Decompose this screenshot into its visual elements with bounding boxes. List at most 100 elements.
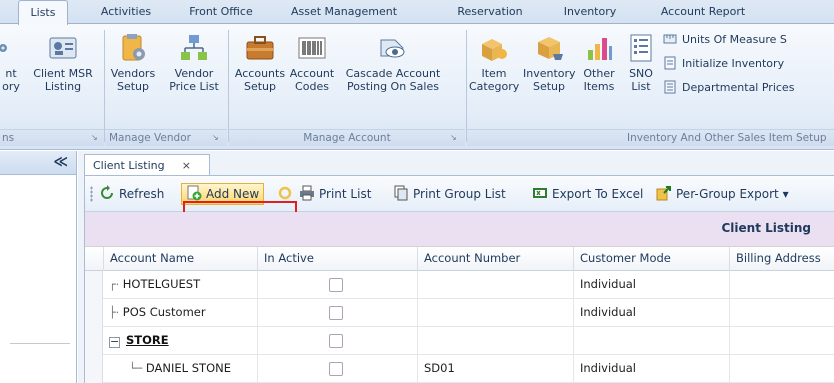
- other-items-label-2: Items: [583, 80, 615, 93]
- account-name-text: DANIEL STONE: [145, 361, 231, 375]
- row-indicator: [85, 355, 103, 383]
- column-billing-address[interactable]: Billing Address: [729, 247, 834, 271]
- account-name-cell[interactable]: − STORE: [103, 327, 257, 355]
- ribbon-group-inventory-setup: Item Category Inventory Setup Other Item…: [467, 28, 834, 146]
- cascade-account-label-2: Posting On Sales: [347, 80, 439, 93]
- table-row[interactable]: ┌· HOTELGUEST Individual: [85, 271, 834, 299]
- print-group-list-button[interactable]: Print Group List: [393, 184, 506, 204]
- tab-inventory[interactable]: Inventory: [554, 0, 626, 24]
- billing-address-cell: [729, 355, 834, 383]
- column-customer-mode[interactable]: Customer Mode: [573, 247, 729, 271]
- document-icon: [664, 56, 676, 70]
- account-number-cell: [417, 299, 573, 327]
- accounts-setup-label-2: Setup: [243, 80, 277, 93]
- vendor-price-label-1: Vendor: [174, 67, 214, 80]
- inventory-setup-button[interactable]: Inventory Setup: [523, 32, 576, 93]
- account-name-text: HOTELGUEST: [122, 277, 201, 291]
- tab-lists[interactable]: Lists: [18, 0, 68, 25]
- print-list-label: Print List: [319, 187, 372, 201]
- other-items-button[interactable]: Other Items: [579, 32, 619, 93]
- toolbar-grip[interactable]: [90, 186, 93, 202]
- print-group-list-label: Print Group List: [413, 187, 506, 201]
- tab-front-office[interactable]: Front Office: [178, 0, 264, 24]
- close-tab-icon[interactable]: ×: [182, 155, 191, 176]
- account-codes-button[interactable]: Account Codes: [289, 32, 335, 93]
- grid-title: Client Listing: [721, 221, 811, 235]
- per-group-export-button[interactable]: Per-Group Export ▾: [656, 184, 789, 204]
- row-indicator-header: [85, 247, 103, 271]
- client-msr-label-1: Client MSR: [33, 67, 93, 80]
- export-to-excel-button[interactable]: Export To Excel: [532, 184, 643, 204]
- dialog-launcher-icon[interactable]: ↘: [91, 134, 100, 143]
- ribbon-panel: nt ory ns Client MSR Listing ↘ Vendors S…: [0, 24, 834, 150]
- departmental-prices-button[interactable]: Departmental Prices: [663, 78, 794, 98]
- tab-asset-management[interactable]: Asset Management: [282, 0, 406, 24]
- tab-reservation[interactable]: Reservation: [444, 0, 536, 24]
- row-indicator: [85, 327, 103, 355]
- vendor-price-list-button[interactable]: Vendor Price List: [163, 32, 225, 93]
- ribbon-group-client: Client MSR Listing ↘: [26, 28, 104, 146]
- client-msr-listing-button[interactable]: Client MSR Listing: [30, 32, 96, 93]
- tab-client-listing[interactable]: Client Listing ×: [84, 154, 210, 176]
- clipped-button[interactable]: nt ory: [0, 32, 22, 93]
- per-group-export-label: Per-Group Export ▾: [676, 187, 789, 201]
- table-row[interactable]: ├· POS Customer Individual: [85, 299, 834, 327]
- vendors-setup-button[interactable]: Vendors Setup: [107, 32, 159, 93]
- spinner-icon: [278, 186, 292, 200]
- add-new-label: Add New: [206, 187, 260, 201]
- row-indicator: [85, 271, 103, 299]
- item-category-button[interactable]: Item Category: [469, 32, 519, 93]
- account-name-cell[interactable]: ├· POS Customer: [103, 299, 257, 327]
- in-active-checkbox[interactable]: [329, 334, 343, 348]
- accounts-setup-button[interactable]: Accounts Setup: [233, 32, 287, 93]
- document-area: Client Listing × Refresh Add New Print L…: [78, 151, 834, 383]
- navigation-panel: ≪: [0, 151, 77, 383]
- column-in-active[interactable]: In Active: [257, 247, 417, 271]
- vendors-setup-label-2: Setup: [116, 80, 150, 93]
- billing-address-cell: [729, 327, 834, 355]
- in-active-checkbox[interactable]: [329, 362, 343, 376]
- sno-list-button[interactable]: SNO List: [623, 32, 659, 93]
- account-name-cell[interactable]: ┌· HOTELGUEST: [103, 271, 257, 299]
- add-document-icon: [187, 185, 202, 201]
- tab-client-listing-label: Client Listing: [93, 159, 165, 172]
- tab-account-report[interactable]: Account Report: [644, 0, 762, 24]
- print-list-button[interactable]: Print List: [299, 184, 371, 204]
- refresh-label: Refresh: [119, 187, 165, 201]
- account-number-cell: SD01: [417, 355, 573, 383]
- barcode-icon: [298, 37, 326, 59]
- eye-arrow-icon: [380, 39, 405, 58]
- account-name-cell[interactable]: └─ DANIEL STONE: [103, 355, 257, 383]
- column-account-number[interactable]: Account Number: [417, 247, 573, 271]
- table-row[interactable]: − STORE: [85, 327, 834, 355]
- tab-activities[interactable]: Activities: [92, 0, 160, 24]
- customer-mode-cell: Individual: [573, 299, 729, 327]
- in-active-checkbox[interactable]: [329, 278, 343, 292]
- list-icon: [630, 34, 652, 62]
- in-active-cell: [257, 271, 417, 299]
- accounts-setup-label-1: Accounts: [234, 67, 286, 80]
- customer-mode-cell: Individual: [573, 271, 729, 299]
- id-card-icon: [49, 37, 77, 59]
- inventory-setup-label-1: Inventory: [523, 67, 576, 80]
- item-category-label-1: Item: [481, 67, 507, 80]
- initialize-inventory-button[interactable]: Initialize Inventory: [663, 54, 784, 74]
- refresh-button[interactable]: Refresh: [99, 184, 164, 204]
- cascade-account-posting-button[interactable]: Cascade Account Posting On Sales: [337, 32, 449, 93]
- table-row[interactable]: └─ DANIEL STONE SD01 Individual: [85, 355, 834, 383]
- in-active-cell: [257, 327, 417, 355]
- collapse-panel-icon[interactable]: ≪: [53, 154, 68, 170]
- dialog-launcher-icon[interactable]: ↘: [212, 134, 221, 143]
- dialog-launcher-icon[interactable]: ↘: [450, 134, 459, 143]
- gear-icon: [0, 44, 7, 52]
- row-indicator: [85, 299, 103, 327]
- collapse-tree-icon[interactable]: −: [109, 336, 120, 348]
- column-account-name[interactable]: Account Name: [103, 247, 257, 271]
- sno-list-label-1: SNO: [629, 67, 653, 80]
- grid-column-header: Account Name In Active Account Number Cu…: [85, 247, 834, 271]
- in-active-checkbox[interactable]: [329, 306, 343, 320]
- units-of-measure-button[interactable]: Units Of Measure S: [663, 30, 787, 50]
- tree-connector: ├·: [109, 306, 120, 319]
- refresh-icon: [101, 185, 113, 199]
- item-category-label-2: Category: [469, 80, 520, 93]
